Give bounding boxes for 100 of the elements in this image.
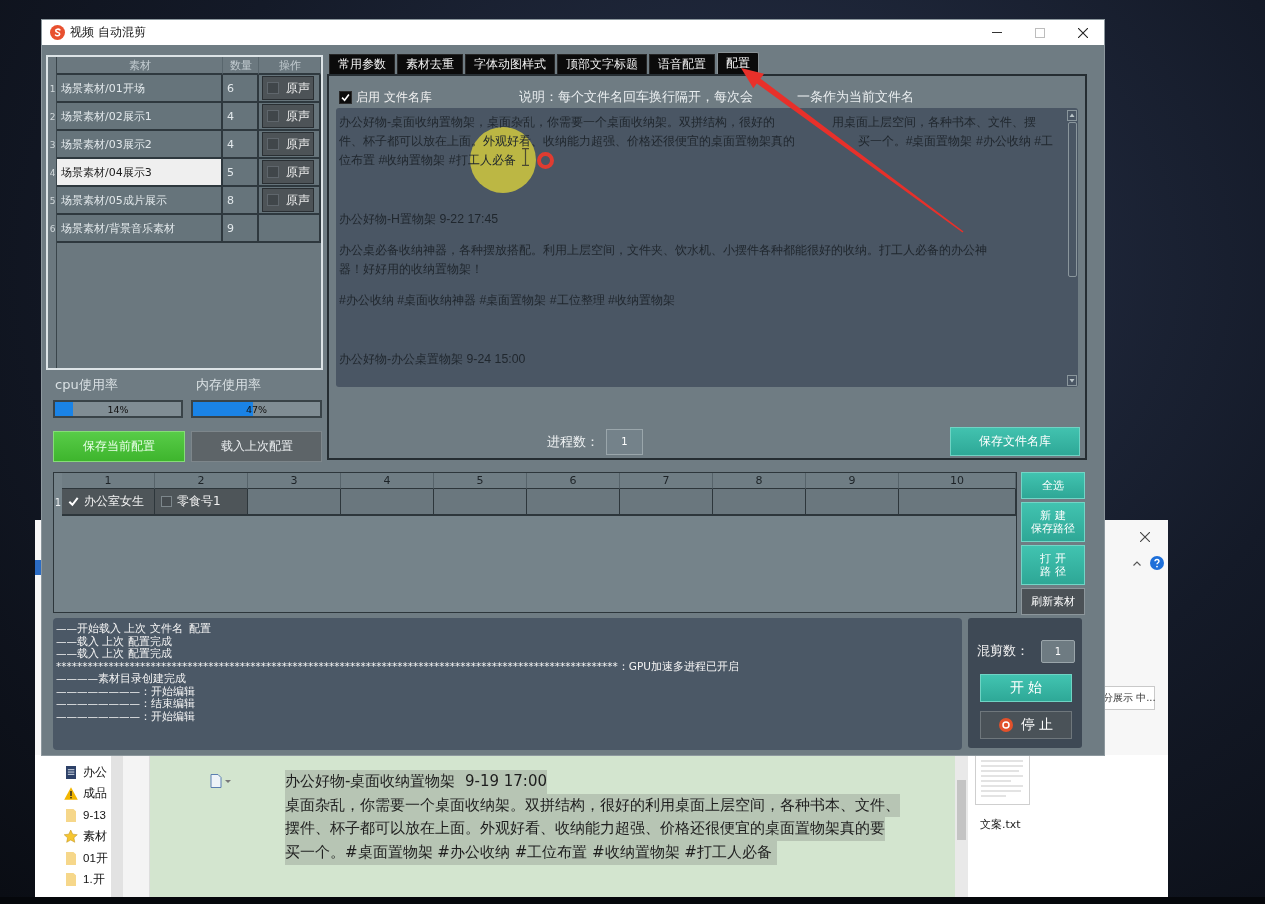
load-config-button[interactable]: 载入上次配置 [191, 431, 322, 462]
log-line: ————————：开始编辑 [56, 684, 195, 697]
row-number: 6 [48, 223, 57, 236]
tab[interactable]: 顶部文字标题 [557, 54, 647, 74]
grid-cell[interactable]: 零食号1 [155, 489, 248, 516]
column-header: 6 [527, 473, 620, 489]
table-cell: 8 [223, 187, 259, 215]
column-header: 4 [341, 473, 434, 489]
close-icon [1077, 27, 1088, 38]
scroll-down-icon[interactable] [1067, 375, 1077, 386]
table-cell[interactable]: 场景素材/02展示1 [57, 103, 223, 131]
table-cell: 4 [223, 131, 259, 159]
column-header: 1 [62, 473, 155, 489]
folder-icon [65, 873, 77, 886]
column-header: 2 [155, 473, 248, 489]
grid-cell[interactable]: 办公室女生 [62, 489, 155, 516]
process-count-label: 进程数： [547, 432, 599, 451]
row-number: 1 [48, 83, 57, 96]
log-line: ————————：开始编辑 [56, 709, 195, 722]
folder-icon [65, 808, 77, 822]
tab[interactable]: 字体动图样式 [465, 54, 555, 74]
mix-count-label: 混剪数： [977, 643, 1030, 660]
folder-icon [65, 851, 77, 865]
checkbox[interactable] [267, 82, 279, 94]
table-cell[interactable]: 场景素材/03展示2 [57, 131, 223, 159]
tab[interactable]: 素材去重 [397, 54, 463, 74]
checkbox[interactable] [161, 496, 172, 507]
row-number: 5 [48, 195, 57, 208]
document-icon [65, 765, 77, 779]
checkbox[interactable] [267, 194, 279, 206]
log-line: ——载入 上次 配置完成 [56, 647, 172, 660]
column-header: 9 [806, 473, 899, 489]
audio-toggle-button[interactable]: 原声 [262, 104, 314, 128]
scroll-thumb[interactable] [1067, 122, 1077, 277]
checkbox[interactable] [267, 110, 279, 122]
column-header: 8 [713, 473, 806, 489]
table-cell[interactable]: 场景素材/背景音乐素材 [57, 215, 223, 243]
audio-toggle-button[interactable]: 原声 [262, 132, 314, 156]
cell-label: 零食号1 [177, 493, 221, 510]
table-cell[interactable]: 场景素材/04展示3 [57, 159, 223, 187]
scroll-up-icon[interactable] [1067, 110, 1077, 121]
instruction-text: 一条作为当前文件名 [796, 88, 914, 106]
process-count-field[interactable]: 1 [606, 428, 643, 455]
row-number: 2 [48, 111, 57, 124]
column-header: 7 [620, 473, 713, 489]
checkbox-label: 启用 文件名库 [356, 89, 432, 105]
refresh-button[interactable]: 刷新素材 [1021, 588, 1085, 615]
maximize-icon [1034, 27, 1045, 38]
document-menu-icon[interactable] [210, 774, 232, 788]
log-line: ——载入 上次 配置完成 [56, 634, 172, 647]
table-cell: 4 [223, 103, 259, 131]
nav-item[interactable]: 01开 [83, 850, 108, 866]
table-cell[interactable]: 场景素材/05成片展示 [57, 187, 223, 215]
mix-count-field[interactable]: 1 [1041, 640, 1075, 663]
tab[interactable]: 配置 [717, 52, 759, 74]
audio-toggle-button[interactable]: 原声 [262, 188, 314, 212]
usage-label: cpu使用率 [55, 378, 119, 392]
log-line: ————素材目录创建完成 [56, 672, 186, 685]
log-line: ————————：结束编辑 [56, 697, 195, 710]
file-name[interactable]: 文案.txt [980, 817, 1021, 832]
table-cell: 5 [223, 159, 259, 187]
usage-label: 内存使用率 [196, 378, 261, 392]
close-icon[interactable] [1140, 532, 1150, 542]
stop-icon [998, 718, 1013, 732]
window-title: 视频 自动混剪 [70, 24, 147, 41]
log-line: ——开始载入 上次 文件名 配置 [56, 622, 212, 635]
table-cell[interactable]: 场景素材/01开场 [57, 75, 223, 103]
text-cursor-icon [522, 148, 529, 166]
nav-item[interactable]: 成品 [83, 786, 107, 801]
checkbox[interactable] [267, 166, 279, 178]
column-header: 10 [899, 473, 1016, 489]
audio-toggle-button[interactable]: 原声 [262, 160, 314, 184]
usage-reading: 14% [107, 403, 129, 415]
table-cell: 6 [223, 75, 259, 103]
minimize-icon [991, 32, 1002, 33]
nav-item[interactable]: 办公 [83, 764, 107, 780]
nav-item[interactable]: 素材 [83, 829, 107, 844]
warning-icon [64, 787, 78, 800]
tab[interactable]: 常用参数 [329, 54, 395, 74]
file-thumbnail-drawing[interactable] [975, 755, 1030, 805]
nav-item[interactable]: 9-13 [83, 809, 107, 821]
tab[interactable]: 语音配置 [649, 54, 715, 74]
caret-up-icon[interactable] [1133, 560, 1141, 566]
help-icon[interactable] [1150, 556, 1164, 570]
instruction-text: 说明：每个文件名回车换行隔开，每次会 [519, 88, 753, 106]
column-header: 3 [248, 473, 341, 489]
scroll-thumb[interactable] [957, 780, 966, 840]
column-header: 5 [434, 473, 527, 489]
row-number: 1 [54, 496, 62, 510]
audio-toggle-button[interactable]: 原声 [262, 76, 314, 100]
checkbox[interactable] [339, 90, 352, 104]
stop-button[interactable]: 停 止 [980, 711, 1072, 739]
nav-item[interactable]: 1.开 [83, 872, 105, 887]
click-marker-icon [537, 152, 554, 169]
table-cell: 9 [223, 215, 259, 243]
row-number: 4 [48, 167, 57, 180]
star-icon [64, 830, 78, 843]
cell-label: 办公室女生 [84, 493, 144, 510]
checkbox[interactable] [267, 138, 279, 150]
row-number: 3 [48, 139, 57, 152]
